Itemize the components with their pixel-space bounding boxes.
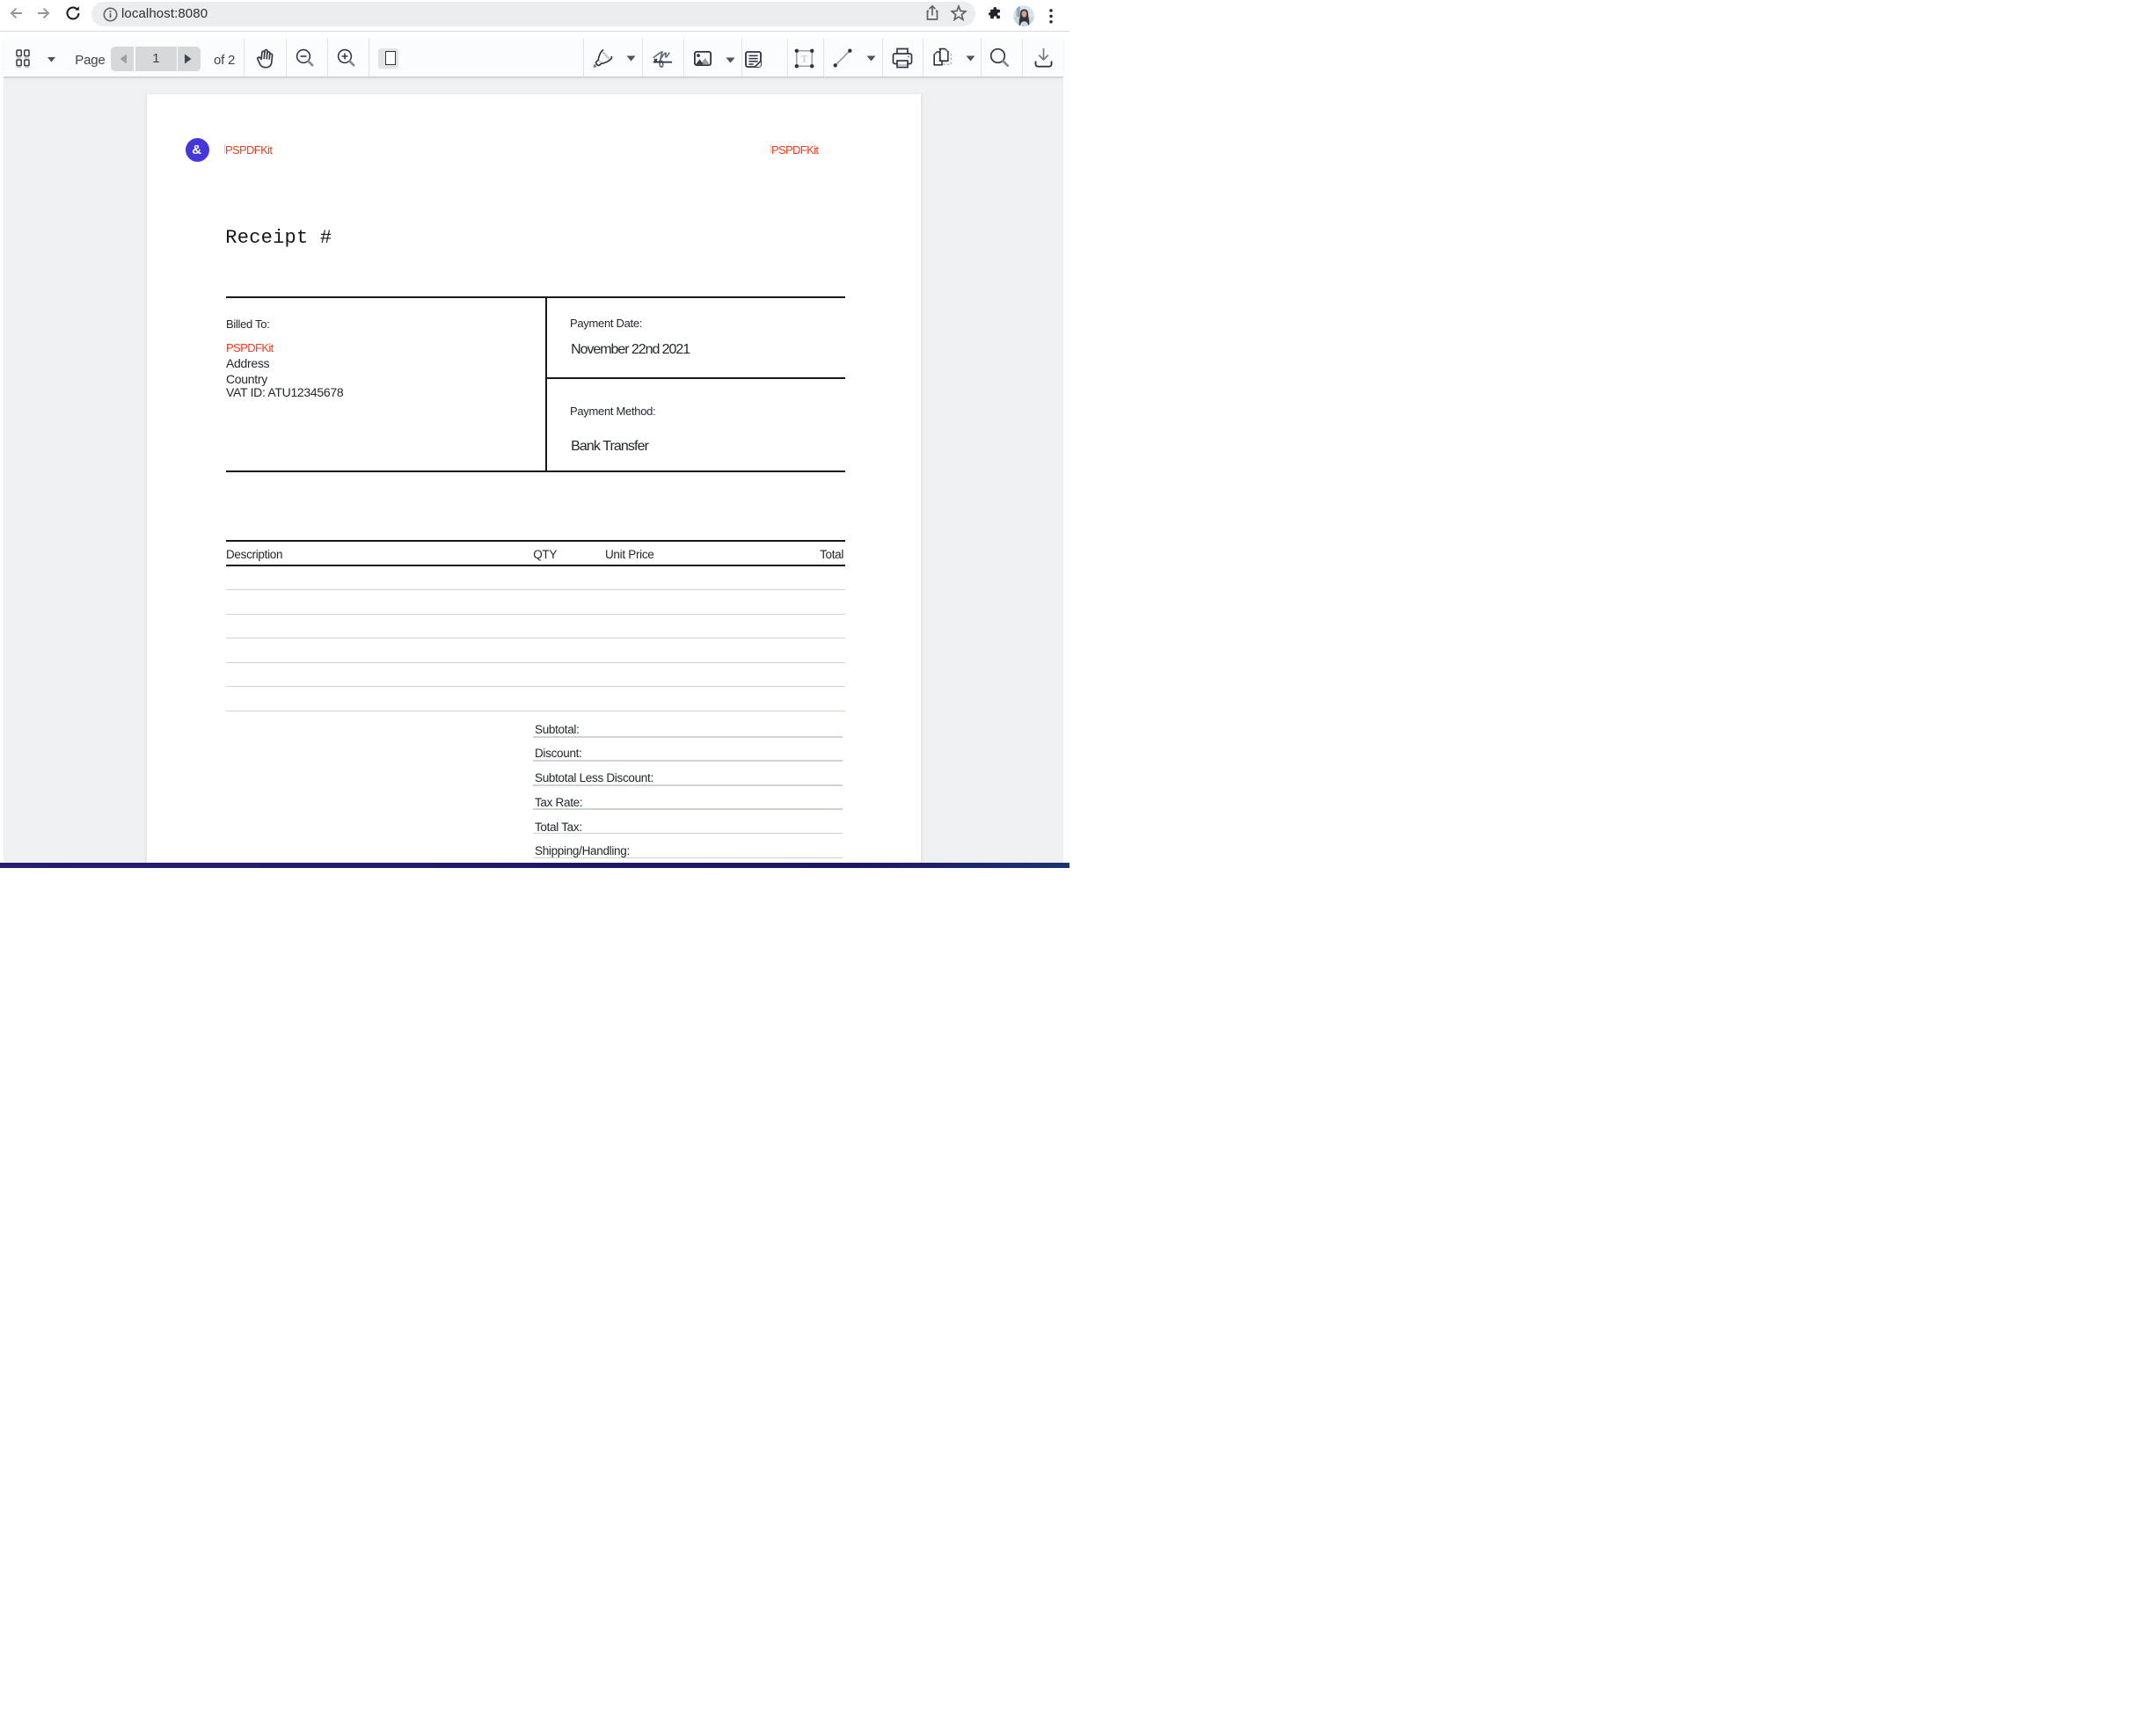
svg-text:T: T — [800, 54, 807, 64]
